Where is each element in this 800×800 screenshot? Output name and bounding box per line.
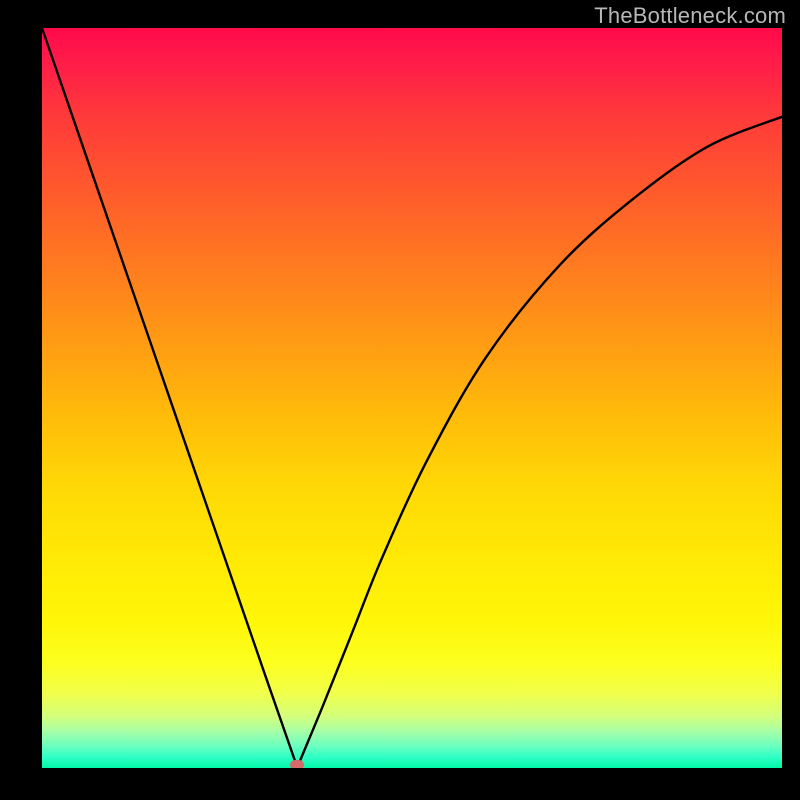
watermark-text: TheBottleneck.com (594, 3, 786, 29)
chart-container: TheBottleneck.com (0, 0, 800, 800)
bottleneck-curve-path (42, 28, 782, 768)
curve-svg (42, 28, 782, 768)
minimum-marker (290, 760, 304, 768)
plot-area (42, 28, 782, 768)
